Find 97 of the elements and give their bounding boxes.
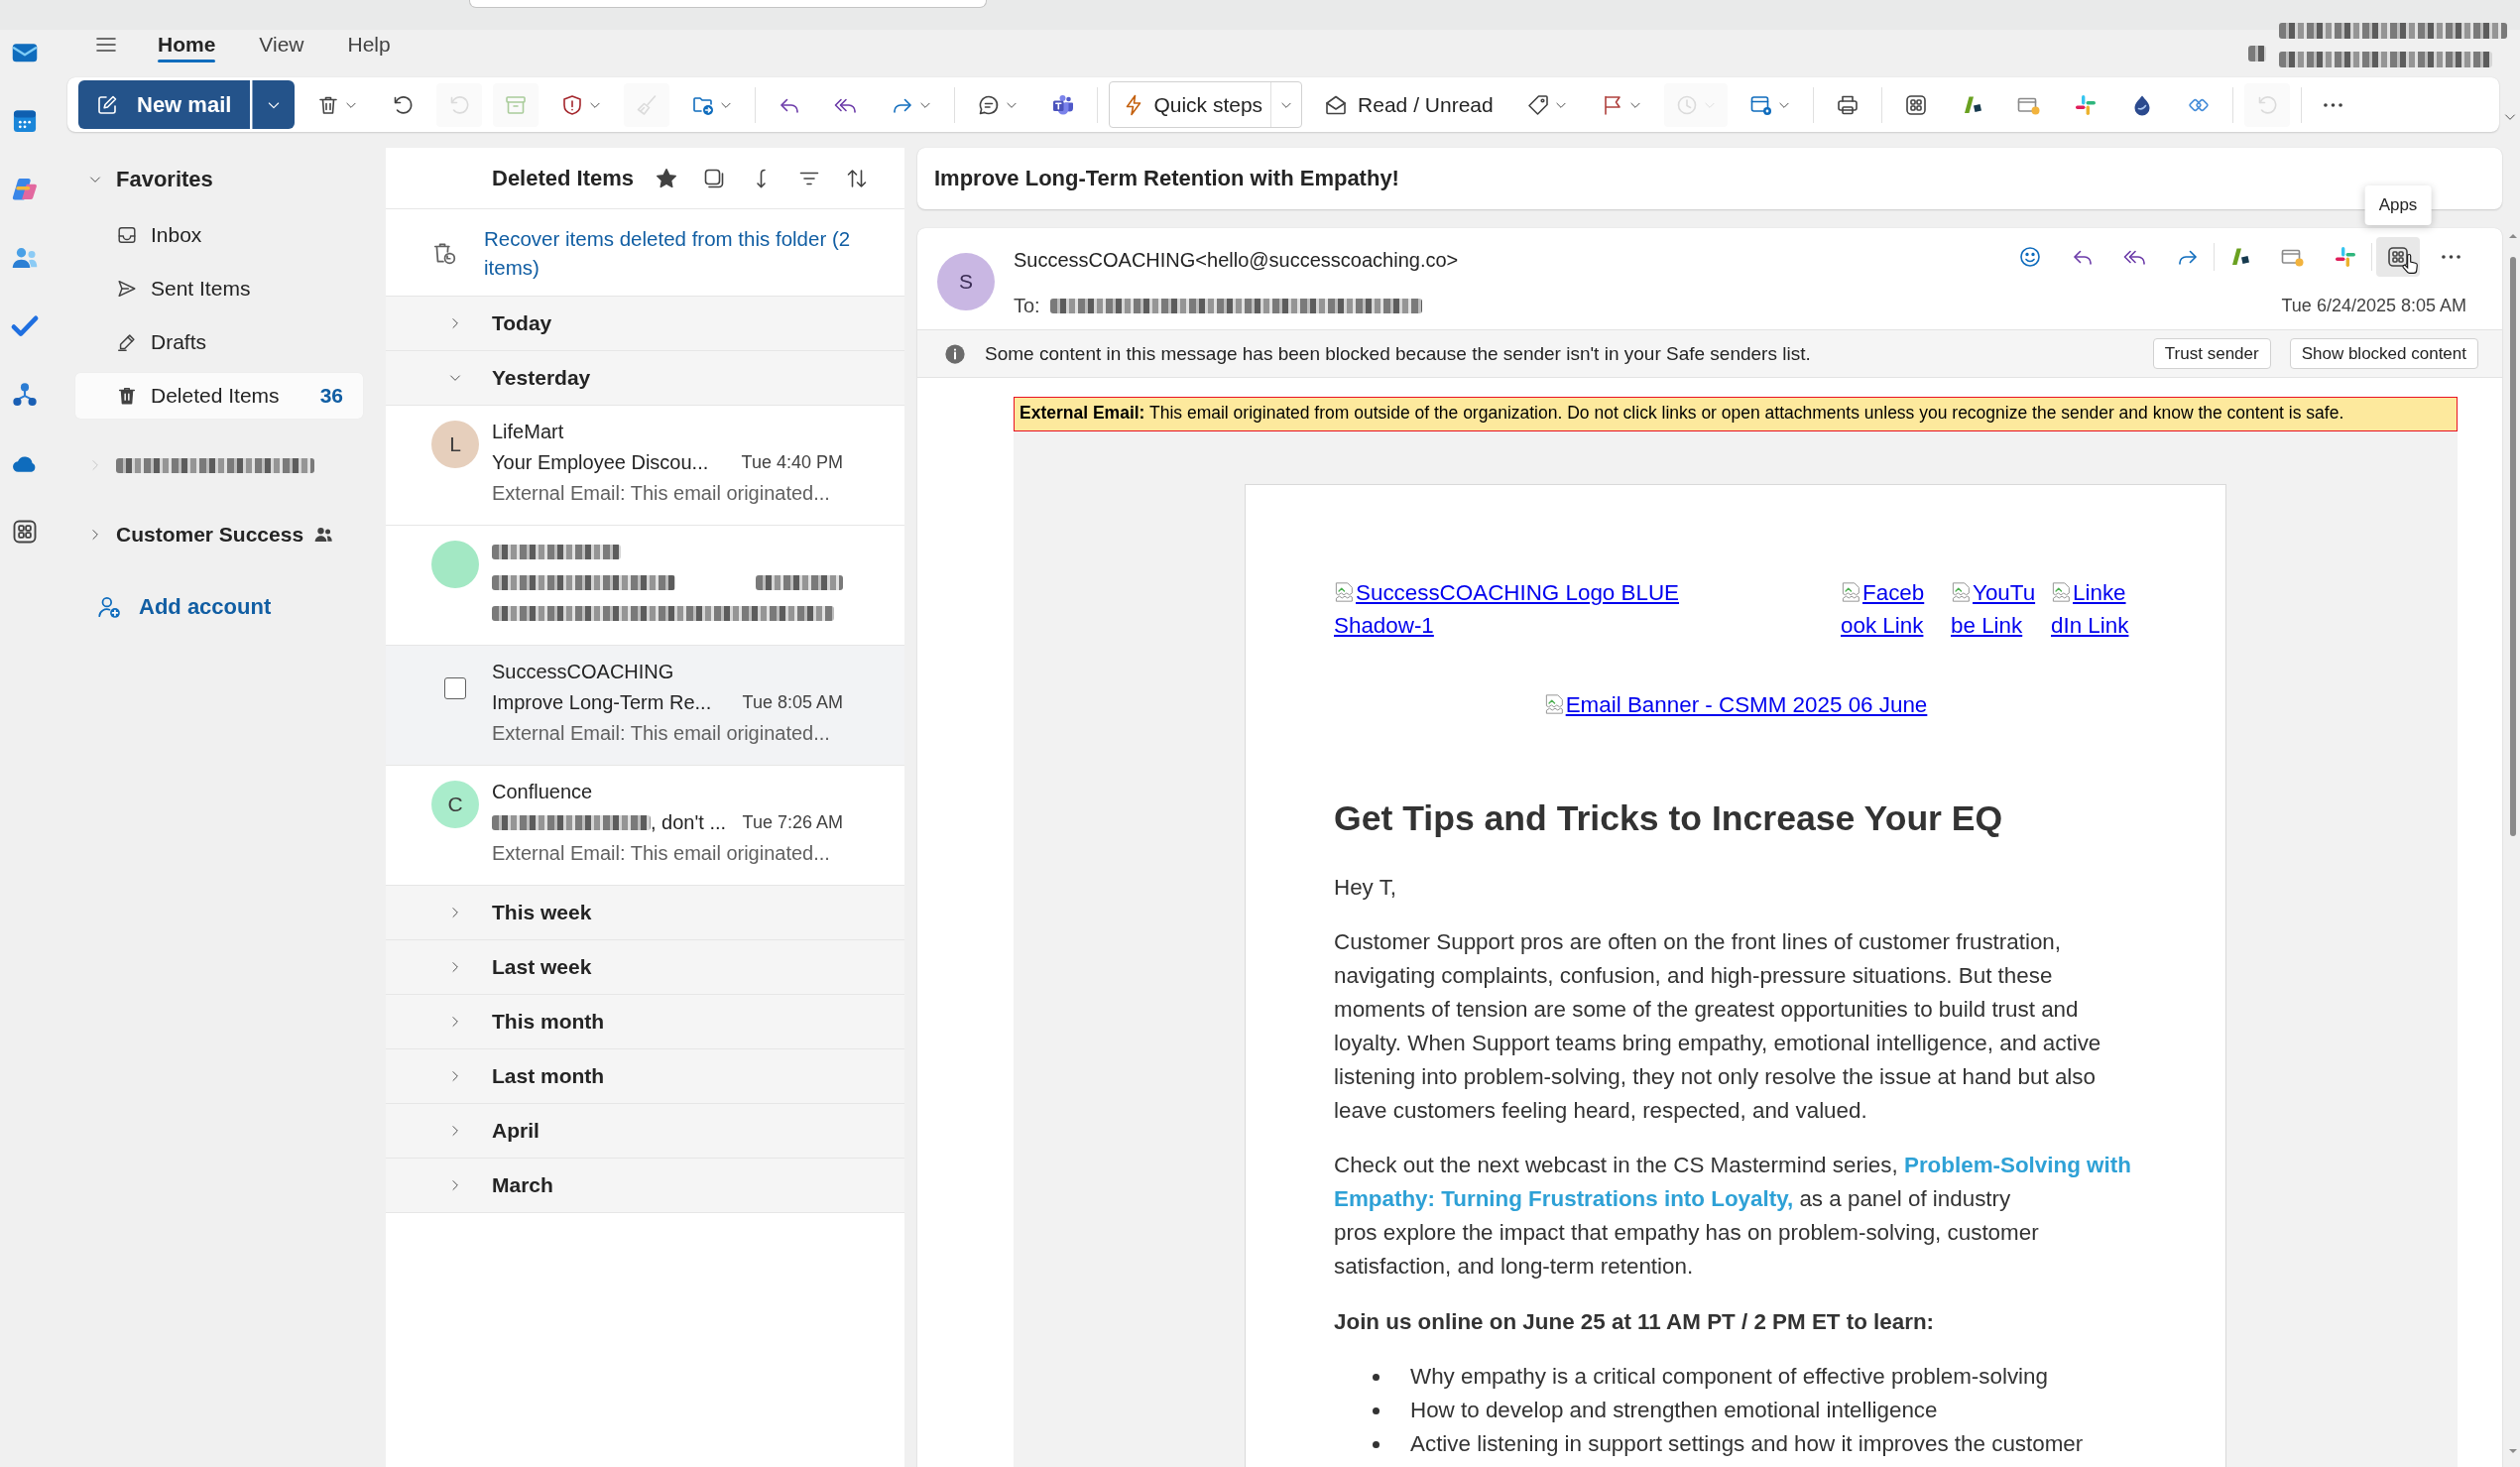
ribbon-tab[interactable]: View [237,30,326,69]
greeting: Hey T, [1334,874,1398,902]
banner-image-link[interactable]: Email Banner - CSMM 2025 06 June [1543,692,1928,717]
trash-icon [116,385,138,407]
bullet-icon [1373,1407,1380,1414]
bullet-icon [1373,1374,1380,1381]
message-time: Tue 8:05 AM [742,692,843,713]
broken-image-icon [2051,581,2073,603]
slanted-tiles-icon[interactable] [10,176,39,203]
message-preview: External Email: This email originated... [492,722,830,745]
group-header[interactable]: March [386,1159,904,1213]
social-link[interactable]: LinkedIn Link [2051,576,2130,642]
avatar: L [431,421,479,468]
sent-date: Tue 6/24/2025 8:05 AM [2281,295,2466,317]
info-icon [944,342,966,365]
newsletter-heading: Get Tips and Tricks to Increase Your EQ [1334,797,2004,840]
sender-name: LifeMart [492,421,564,443]
folder-item[interactable]: Inbox [75,212,363,258]
to-label: To: [1014,294,1040,317]
more-icon [2323,102,2342,107]
blocked-notice: Some content in this message has been blocked because the sender isn't in your Safe senders list. [985,342,1811,365]
message-time: Tue 4:40 PM [741,452,843,473]
group-header[interactable]: Last week [386,940,904,995]
tag-icon [1525,92,1550,117]
group-header[interactable]: Last month [386,1049,904,1104]
connected-nodes-icon[interactable] [10,381,39,409]
toolbar-button[interactable]: Quick steps [1109,81,1303,128]
message-subject: , don't ... [651,811,727,834]
section-header[interactable]: Favorites [67,157,383,202]
bullet-text: Active listening in support settings and how it improves the customer [1410,1430,2084,1458]
smiley-icon [2018,245,2042,269]
new-mail-button[interactable]: New mail [78,80,251,129]
add-person-icon [96,594,122,620]
sender-name: SuccessCOACHING [492,661,674,683]
broken-image-icon [1334,581,1356,603]
action-button[interactable] [2376,237,2420,277]
email-subject: Improve Long-Term Retention with Empathy! [934,166,1399,191]
group-header[interactable]: Yesterday [386,351,904,406]
search-field[interactable] [469,0,987,8]
sender-avatar: S [937,253,995,310]
account-group[interactable]: Customer Success [67,512,383,557]
external-email-banner: External Email: This email originated from outside of the organization. Do not click links or open attachments unless you recognize the sender and know the content is safe. [1014,397,2458,431]
broken-image-icon [1543,693,1566,715]
bullet-text: How to develop and strengthen emotional intelligence [1410,1397,1938,1424]
group-header[interactable]: April [386,1104,904,1159]
bullet-icon [1373,1441,1380,1448]
folder-item[interactable]: Sent Items [75,266,363,311]
message-preview: External Email: This email originated... [492,482,830,505]
paper-plane-icon [116,278,138,300]
pinwheel-logo-icon [2334,245,2357,269]
scrollbar-thumb[interactable] [2510,257,2516,836]
ribbon-tab[interactable]: Help [325,30,413,69]
star-icon[interactable] [655,166,679,190]
app-grid-icon [1903,92,1928,117]
social-link[interactable]: YouTube Link [1951,576,2038,642]
broken-image-icon [1841,581,1862,603]
group-header[interactable]: This week [386,886,904,940]
unread-count: 36 [319,384,343,408]
notice-button[interactable]: Trust sender [2152,338,2271,369]
folder-item[interactable]: Drafts [75,319,363,365]
broken-image-icon [1951,581,1973,603]
add-account-button[interactable]: Add account [67,584,383,630]
sender-address: SuccessCOACHING<hello@successcoaching.co> [1014,248,1459,272]
more-icon [2441,255,2460,259]
bullet-text: Why empathy is a critical component of effective problem-solving [1410,1363,2048,1391]
folder-item[interactable]: Deleted Items 36 [75,373,363,419]
sender-name: Confluence [492,781,593,803]
avatar: C [431,781,479,828]
message-item[interactable]: SuccessCOACHING Improve Long-Term Re... Tue 8:05 AM External Email: This email originated... [386,646,904,766]
paragraph: Customer Support pros are often on the front lines of customer frustration, navigating complaints, confusion, and high-pressure situations. But these moments of tension are some of the greatest opportunities to build trust and loyalty. When Support teams bring empathy, emotional intelligence, and active listening into problem-solving, they not only resolve the issue at hand but also leave customers feeling heard, respected, and valued. [1334,928,2102,1125]
notice-button[interactable]: Show blocked content [2289,338,2478,369]
ribbon-tab[interactable]: Home [136,30,238,69]
group-header[interactable]: Today [386,297,904,351]
dropdown-button[interactable] [252,80,296,129]
message-preview: External Email: This email originated... [492,842,830,865]
recover-link[interactable]: Recover items deleted from this folder (2 items) [484,223,881,282]
message-subject: Improve Long-Term Re... [492,691,712,714]
logo-image-link[interactable]: SuccessCOACHING Logo BLUE Shadow-1 [1334,576,1711,642]
signup-line: Join us online on June 25 at 11 AM PT / 2 PM ET to learn: [1334,1308,1936,1336]
paragraph: Check out the next webcast in the CS Mastermind series, Problem-Solving with Empathy: Turning Frustrations into Loyalty, as a panel of industry pros explore the impact that empathy has on problem-solving, customer satisfaction, and long-term retention. [1334,1152,2132,1281]
hand-cursor-icon [2402,253,2419,276]
tooltip: Apps [2364,185,2432,225]
scroll-down-icon[interactable] [2508,1446,2518,1456]
inbox-tray-icon [116,224,138,246]
pinwheel-logo-icon [2073,92,2098,117]
people-icon [313,525,334,545]
folder-title: Deleted Items [492,165,635,191]
message-subject: Your Employee Discou... [492,451,709,474]
scroll-up-icon[interactable] [2508,231,2518,241]
app-grid-icon [2386,245,2410,269]
message-time: Tue 7:26 AM [742,812,843,833]
pencil-icon [116,331,138,353]
toolbar-button[interactable]: Read / Unread [1313,82,1504,127]
team-logo-icon [1051,92,1076,117]
social-link[interactable]: Facebook Link [1841,576,1928,642]
group-header[interactable]: This month [386,995,904,1049]
checkbox[interactable] [444,677,466,699]
